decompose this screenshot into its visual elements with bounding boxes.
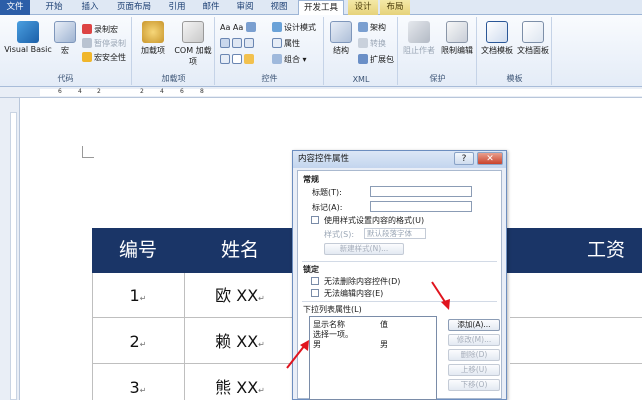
annotation-arrows xyxy=(286,281,450,369)
arrowhead xyxy=(441,299,450,310)
arrow-to-add-button xyxy=(431,281,450,310)
arrow-to-list xyxy=(286,340,309,369)
arrow-line xyxy=(286,344,306,369)
